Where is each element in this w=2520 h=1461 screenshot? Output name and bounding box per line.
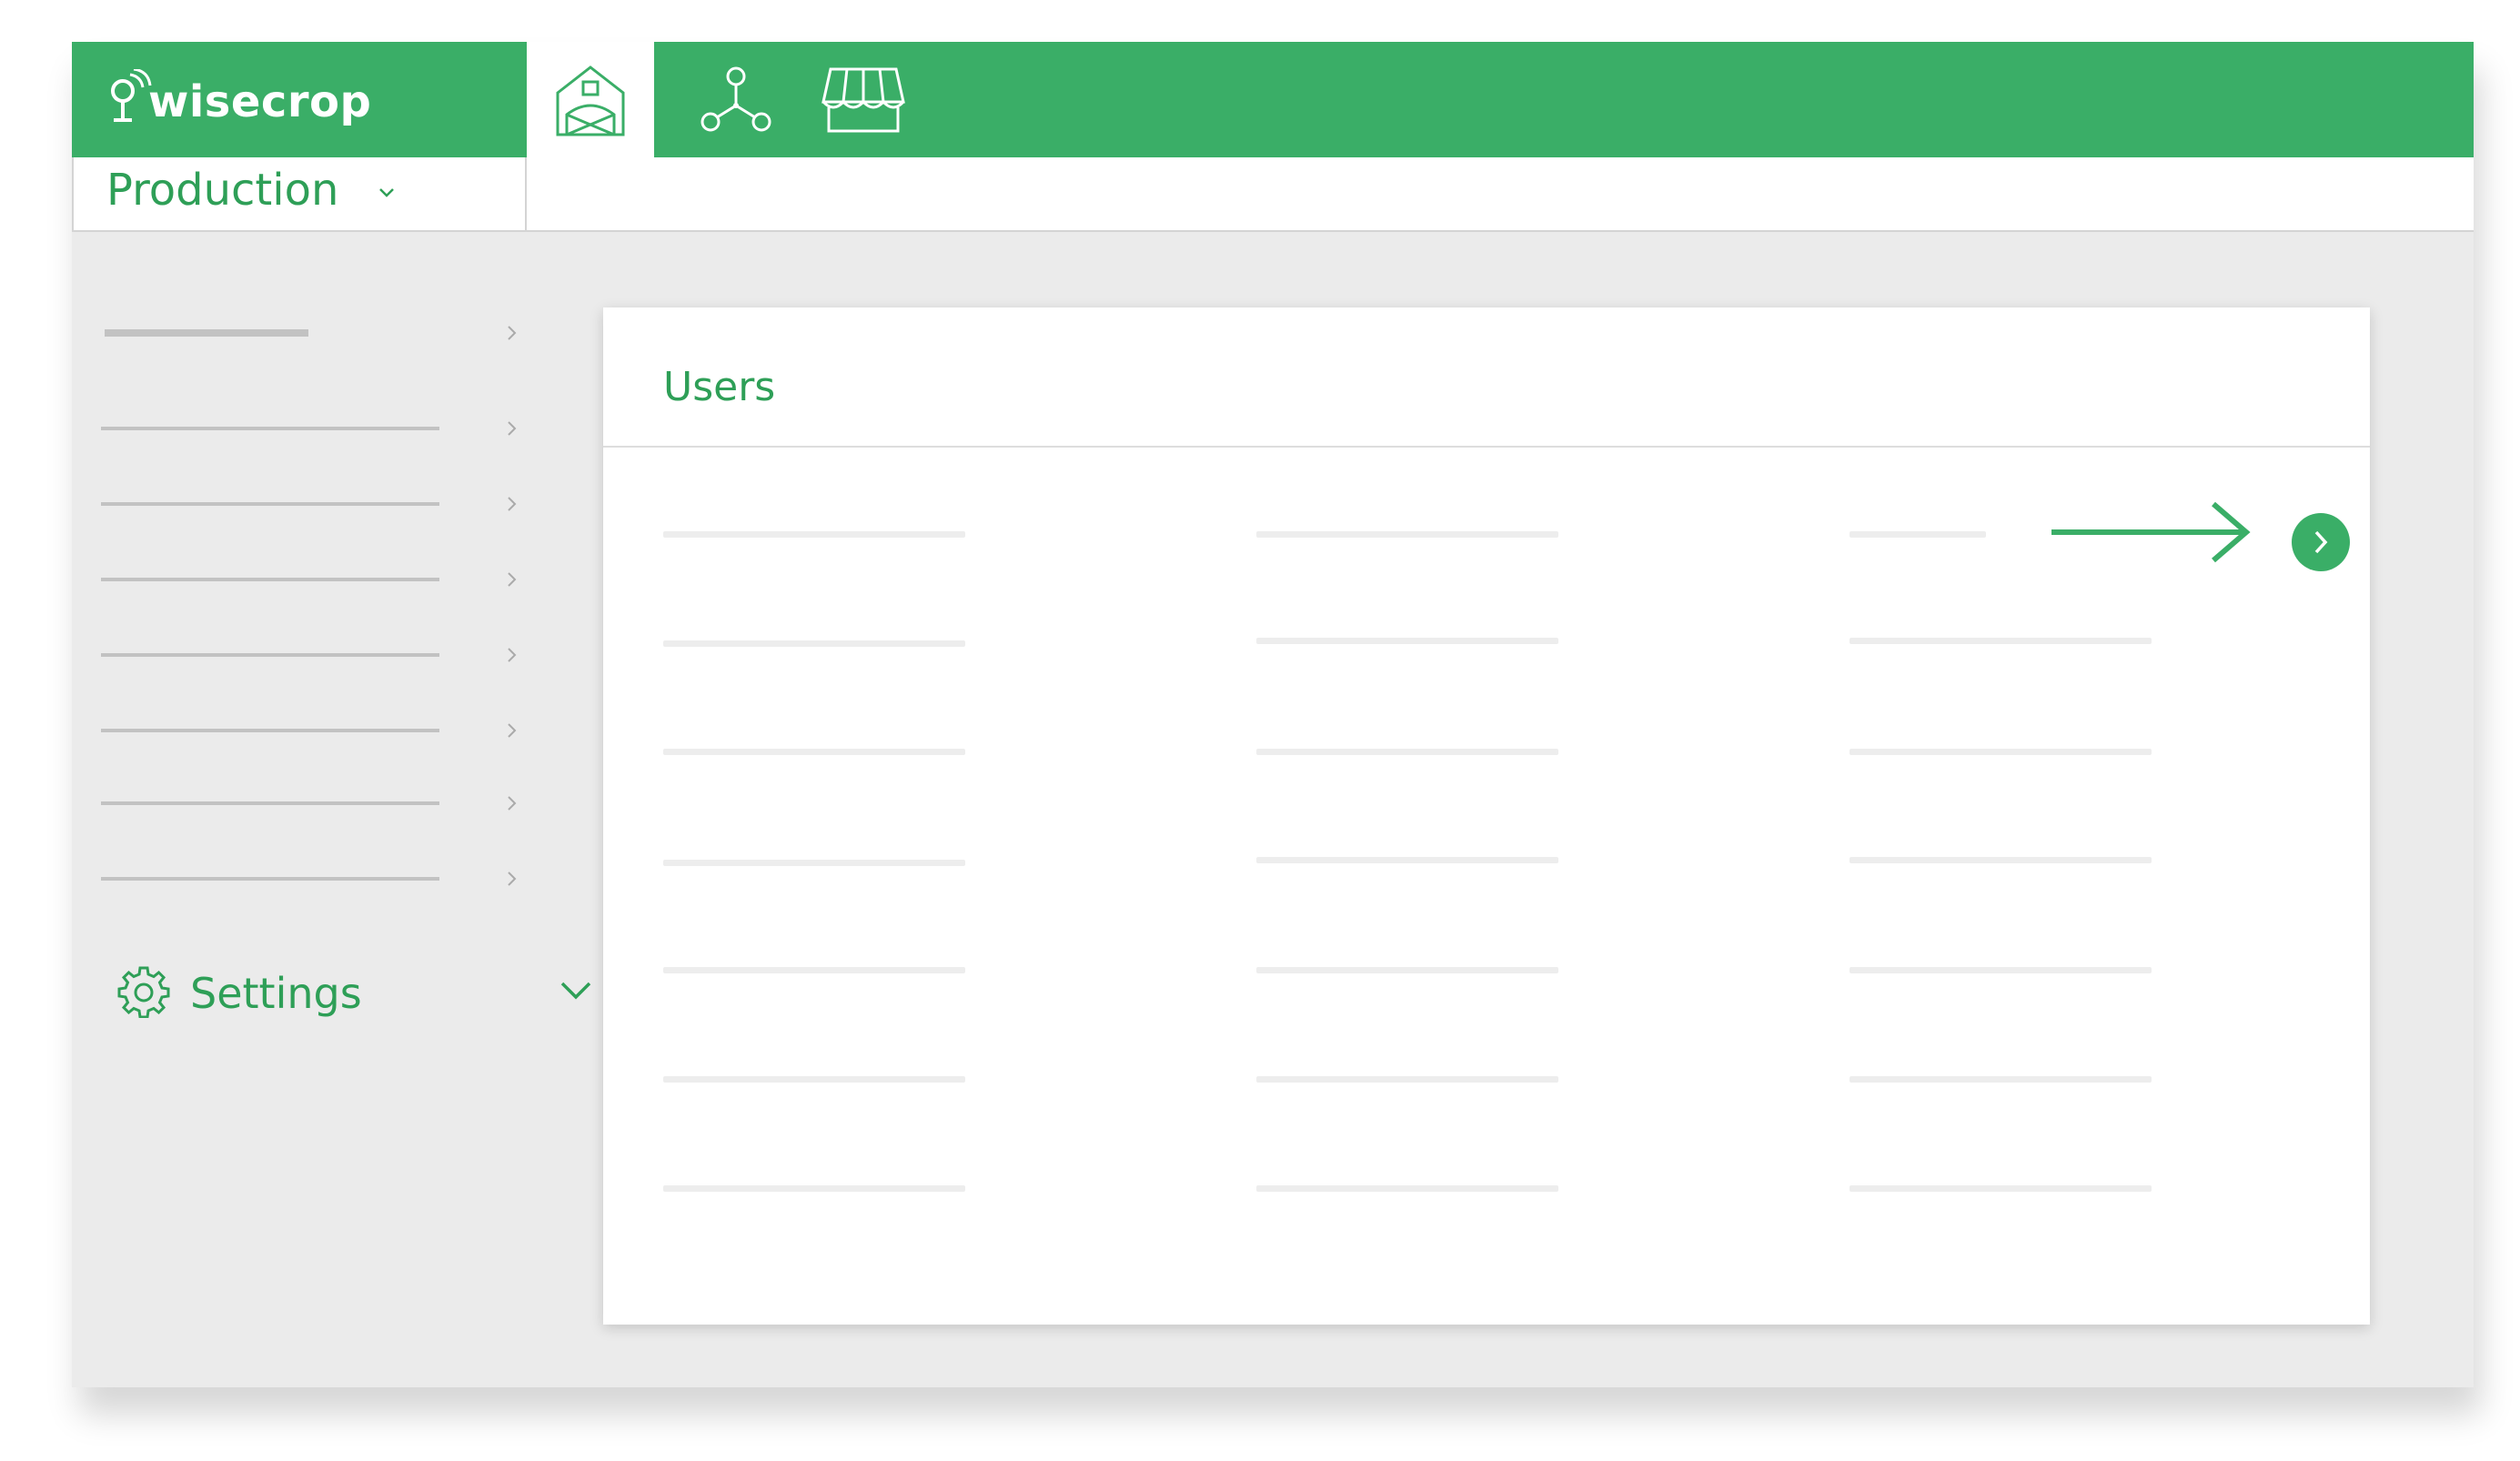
table-cell	[663, 531, 965, 538]
sidebar-item[interactable]	[101, 410, 519, 447]
table-cell	[1256, 749, 1558, 755]
plant-logo-icon	[111, 69, 152, 122]
users-panel: Users	[603, 307, 2370, 1325]
sidebar-item-placeholder	[101, 578, 439, 581]
chevron-right-icon	[508, 872, 517, 886]
sidebar-item[interactable]	[101, 785, 519, 821]
table-cell	[1256, 857, 1558, 863]
sidebar-item-placeholder	[101, 729, 439, 732]
chevron-right-icon	[508, 796, 517, 811]
secondary-bar: Production	[72, 157, 2474, 232]
sidebar-item-placeholder	[101, 653, 439, 657]
sidebar-item[interactable]	[101, 561, 519, 598]
chevron-right-icon	[508, 326, 517, 340]
panel-title: Users	[663, 364, 776, 410]
table-cell	[1850, 1076, 2152, 1083]
table-cell	[1850, 1185, 2152, 1192]
sidebar-item-placeholder	[101, 877, 439, 881]
chevron-right-icon	[508, 572, 517, 587]
sidebar-item-placeholder	[101, 427, 439, 430]
sidebar: Settings	[72, 232, 591, 1051]
table-cell	[1256, 1185, 1558, 1192]
table-cell	[663, 749, 965, 755]
sidebar-item[interactable]	[101, 637, 519, 673]
chevron-down-icon	[560, 982, 591, 1000]
open-user-button[interactable]	[2292, 513, 2350, 571]
divider	[603, 446, 2370, 448]
farm-barn-icon	[556, 65, 625, 136]
logo[interactable]: wisecrop	[72, 42, 527, 157]
chevron-right-icon	[2314, 530, 2328, 554]
table-cell	[1256, 967, 1558, 973]
chevron-right-icon	[508, 421, 517, 436]
sidebar-item[interactable]	[101, 861, 519, 897]
chevron-right-icon	[508, 648, 517, 662]
table-cell	[1850, 749, 2152, 755]
app-window: wisecrop Production Settings Users	[72, 42, 2474, 1387]
sidebar-item-settings[interactable]: Settings	[117, 960, 591, 1023]
table-cell	[663, 967, 965, 973]
table-cell	[1850, 967, 2152, 973]
top-bar: wisecrop	[72, 42, 2474, 157]
table-cell	[1256, 1076, 1558, 1083]
market-stall-icon	[822, 67, 905, 132]
table-cell	[1256, 638, 1558, 644]
table-cell	[1256, 531, 1558, 538]
tab-network[interactable]	[690, 42, 781, 157]
sidebar-item[interactable]	[101, 712, 519, 749]
chevron-right-icon	[508, 723, 517, 738]
table-cell	[663, 1185, 965, 1192]
table-cell	[663, 640, 965, 647]
sidebar-item[interactable]	[101, 486, 519, 522]
table-cell	[1850, 531, 1986, 538]
sidebar-item-placeholder	[101, 502, 439, 506]
table-cell	[1850, 857, 2152, 863]
production-label: Production	[106, 165, 339, 216]
tab-market[interactable]	[809, 42, 918, 157]
chevron-down-icon	[379, 188, 394, 197]
sidebar-item[interactable]	[105, 315, 519, 351]
table-cell	[663, 1076, 965, 1083]
brand-name: wisecrop	[148, 76, 372, 127]
network-nodes-icon	[701, 66, 771, 131]
tab-production[interactable]	[527, 42, 654, 157]
table-cell	[663, 860, 965, 866]
sidebar-item-placeholder	[105, 329, 308, 337]
chevron-right-icon	[508, 497, 517, 511]
production-dropdown[interactable]: Production	[72, 157, 527, 230]
arrow-right-icon	[2051, 501, 2251, 563]
table-cell	[1850, 638, 2152, 644]
settings-label: Settings	[190, 969, 362, 1018]
sidebar-item-placeholder	[101, 801, 439, 805]
gear-icon	[117, 966, 170, 1018]
